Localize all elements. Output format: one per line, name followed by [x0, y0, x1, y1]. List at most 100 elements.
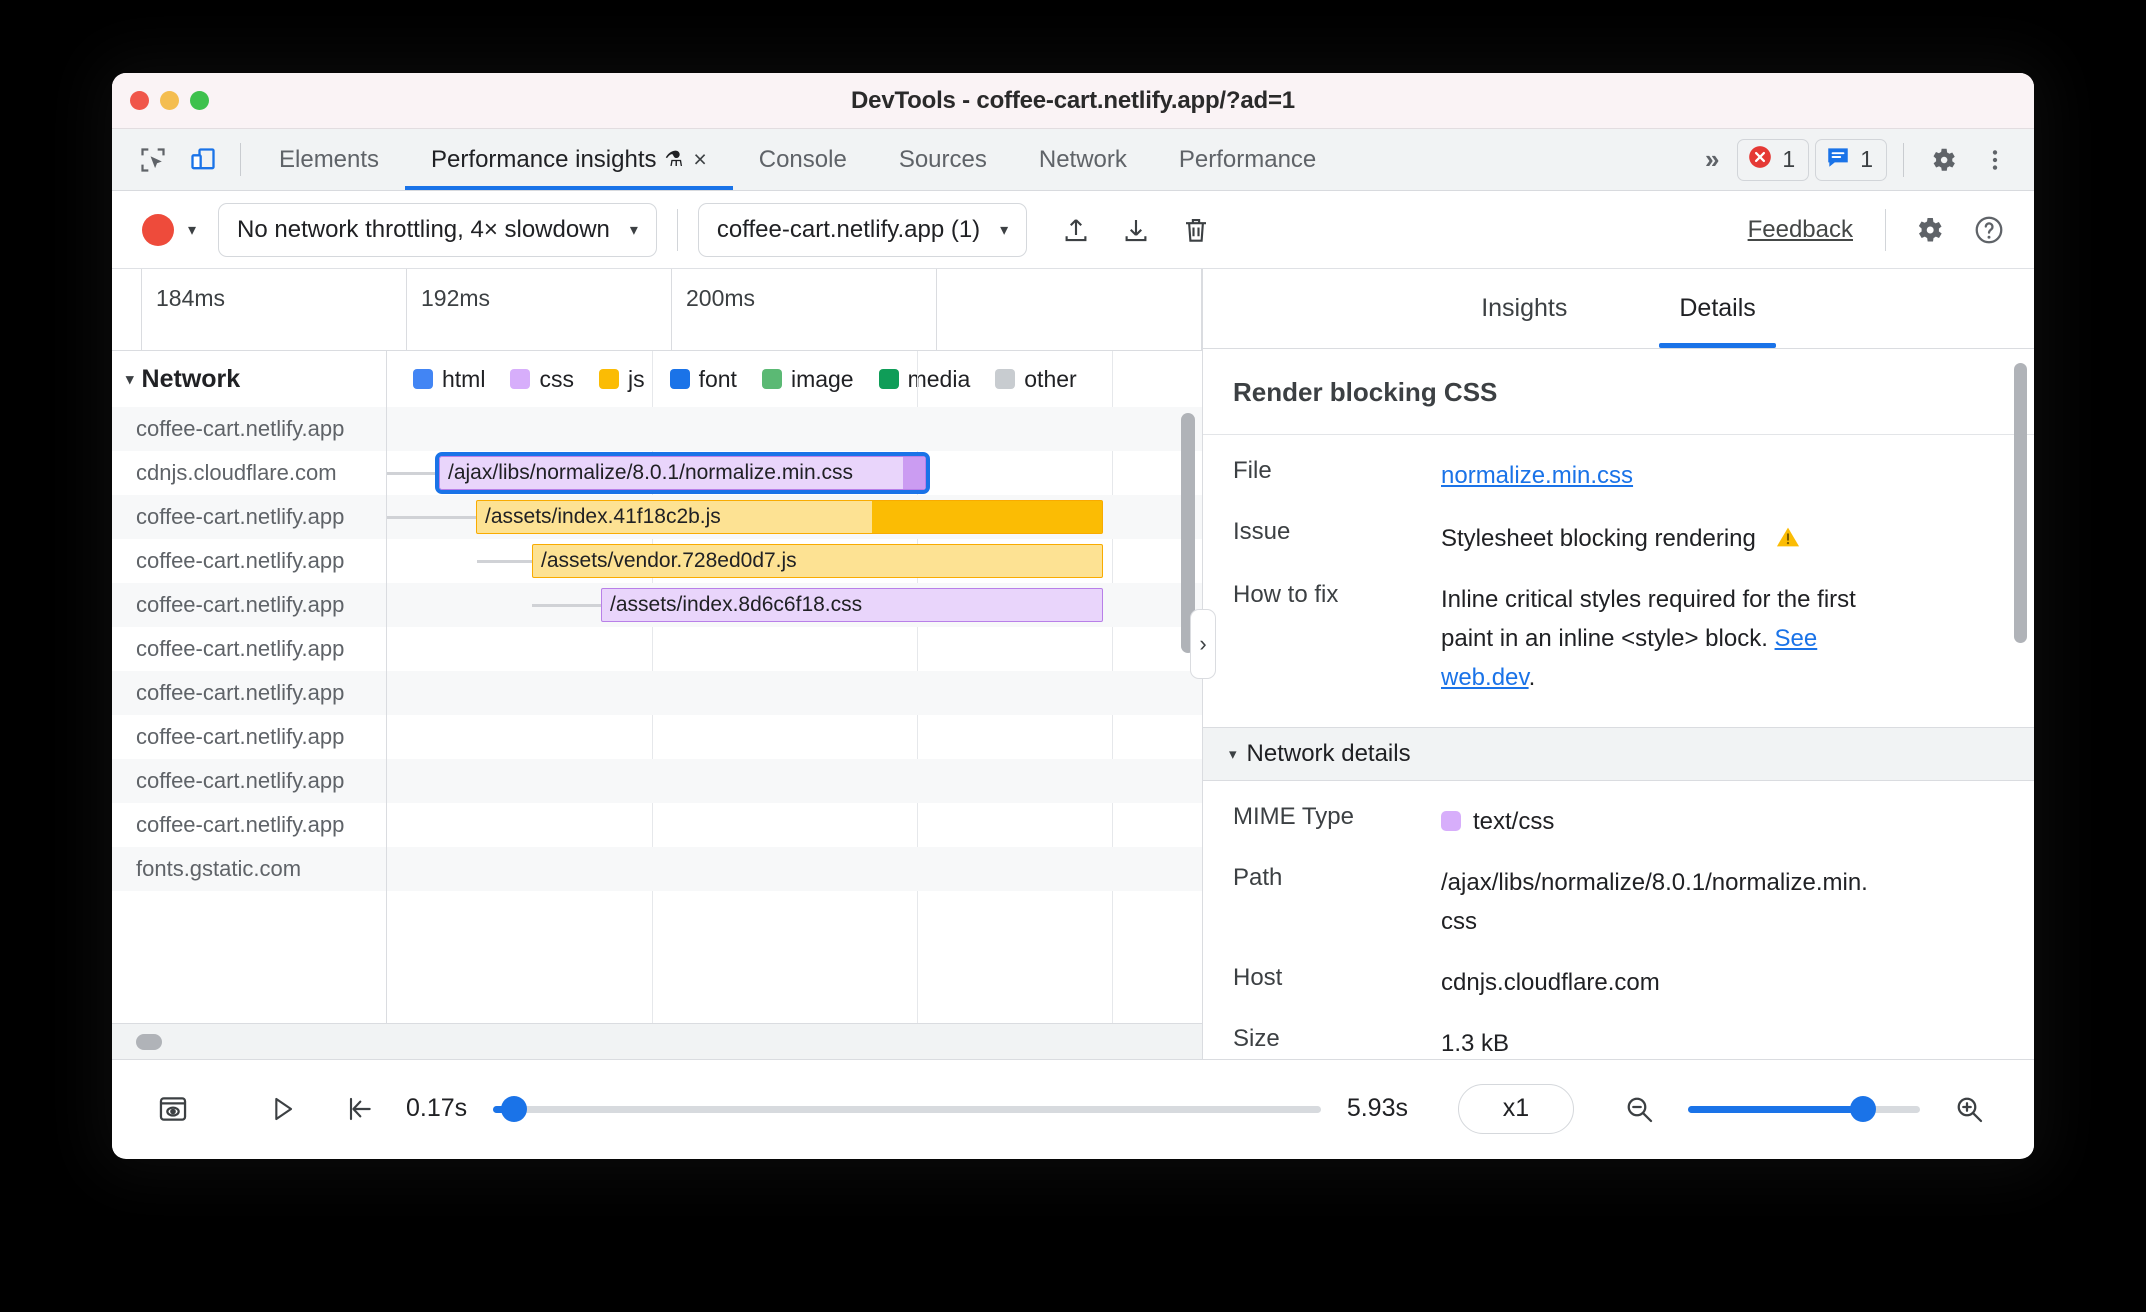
detail-value-host: cdnjs.cloudflare.com [1441, 969, 1660, 996]
page-select[interactable]: coffee-cart.netlify.app (1) ▾ [697, 202, 1028, 257]
table-row[interactable]: /assets/index.41f18c2b.js [387, 495, 1202, 539]
list-item[interactable]: coffee-cart.netlify.app [112, 671, 386, 715]
start-time-label: 0.17s [406, 1094, 468, 1122]
error-count-label: 1 [1782, 146, 1796, 172]
filmstrip-icon[interactable] [142, 1078, 204, 1140]
toolbar-divider-1 [676, 208, 678, 251]
table-row[interactable] [387, 759, 1202, 803]
tab-elements-label: Elements [279, 145, 380, 173]
legend-item-other: other [995, 366, 1077, 393]
feedback-link[interactable]: Feedback [1748, 216, 1853, 244]
request-bar[interactable]: /ajax/libs/normalize/8.0.1/normalize.min… [435, 452, 930, 494]
list-item[interactable]: fonts.gstatic.com [112, 847, 386, 891]
message-count-badge[interactable]: 1 [1815, 138, 1887, 181]
tab-details[interactable]: Details [1651, 269, 1783, 348]
minimize-window-button[interactable] [160, 91, 179, 110]
collapse-triangle-icon: ▾ [126, 371, 134, 388]
zoom-slider[interactable] [1688, 1095, 1920, 1122]
issue-text: Stylesheet blocking rendering [1441, 524, 1756, 552]
tab-network[interactable]: Network [1013, 129, 1153, 190]
tab-performance-insights[interactable]: Performance insights ⚗ × [405, 129, 733, 190]
table-row[interactable] [387, 803, 1202, 847]
tab-performance[interactable]: Performance [1153, 129, 1342, 190]
request-bar[interactable]: /assets/vendor.728ed0d7.js [532, 544, 1103, 578]
detail-field-host: Host cdnjs.cloudflare.com [1203, 964, 2034, 1003]
list-item[interactable]: coffee-cart.netlify.app [112, 495, 386, 539]
file-link[interactable]: normalize.min.css [1441, 462, 1633, 489]
more-options-icon[interactable] [1972, 137, 2018, 183]
network-details-section-header[interactable]: ▾ Network details [1203, 727, 2034, 782]
tabbar-right-divider [1903, 142, 1904, 177]
tabbar-right-controls: » 1 1 [1693, 129, 2034, 190]
legend-label-css: css [539, 365, 574, 392]
tab-network-label: Network [1038, 145, 1127, 173]
playback-speed-button[interactable]: x1 [1458, 1083, 1574, 1134]
list-item[interactable]: coffee-cart.netlify.app [112, 759, 386, 803]
detail-key-path: Path [1233, 864, 1283, 892]
table-row[interactable]: /assets/vendor.728ed0d7.js [387, 539, 1202, 583]
tab-insights-label: Insights [1481, 294, 1568, 322]
table-row[interactable]: /assets/index.8d6c6f18.css [387, 583, 1202, 627]
performance-control-toolbar: ▾ No network throttling, 4× slowdown ▾ c… [112, 191, 2034, 269]
mime-type-swatch [1441, 811, 1461, 832]
record-options-chevron-icon[interactable]: ▾ [188, 220, 196, 240]
table-row[interactable] [387, 715, 1202, 759]
list-item[interactable]: coffee-cart.netlify.app [112, 715, 386, 759]
inspect-element-icon[interactable] [128, 129, 178, 190]
request-bar[interactable]: /assets/index.8d6c6f18.css [601, 588, 1103, 622]
list-item[interactable]: cdnjs.cloudflare.com [112, 451, 386, 495]
error-count-badge[interactable]: 1 [1737, 138, 1810, 181]
legend-label-js: js [627, 365, 645, 392]
timeline-horizontal-scrollbar-thumb[interactable] [136, 1034, 162, 1050]
slider-track [493, 1105, 1321, 1113]
table-row[interactable] [387, 671, 1202, 715]
timeline-range-slider[interactable] [493, 1095, 1321, 1122]
maximize-window-button[interactable] [190, 91, 209, 110]
clear-recording-icon[interactable] [1173, 207, 1219, 253]
throttling-select[interactable]: No network throttling, 4× slowdown ▾ [218, 202, 657, 257]
legend-item-html: html [413, 366, 485, 393]
settings-gear-icon[interactable] [1920, 137, 1966, 183]
zoom-in-icon[interactable] [1938, 1078, 2000, 1140]
request-bar[interactable]: /assets/index.41f18c2b.js [476, 500, 1103, 534]
close-tab-icon[interactable]: × [693, 146, 706, 173]
list-item[interactable]: coffee-cart.netlify.app [112, 407, 386, 451]
record-button[interactable] [142, 213, 174, 246]
close-window-button[interactable] [130, 91, 149, 110]
tab-sources[interactable]: Sources [873, 129, 1013, 190]
sidebar-collapse-handle[interactable]: › [1190, 609, 1216, 679]
table-row[interactable]: /ajax/libs/normalize/8.0.1/normalize.min… [387, 451, 1202, 495]
request-bar-label: /ajax/libs/normalize/8.0.1/normalize.min… [448, 461, 853, 484]
legend-label-image: image [790, 365, 854, 392]
toolbar-divider-2 [1885, 208, 1886, 251]
list-item[interactable]: coffee-cart.netlify.app [112, 627, 386, 671]
table-row[interactable] [387, 407, 1202, 451]
download-profile-icon[interactable] [1113, 207, 1159, 253]
table-row[interactable] [387, 627, 1202, 671]
slider-thumb[interactable] [501, 1095, 528, 1122]
help-icon[interactable] [1966, 207, 2012, 253]
network-group-header[interactable]: ▾ Network [112, 351, 386, 407]
tab-console[interactable]: Console [733, 129, 873, 190]
capture-settings-gear-icon[interactable] [1906, 207, 1952, 253]
legend-swatch-js [598, 369, 619, 389]
timeline-horizontal-scrollbar[interactable] [112, 1023, 1202, 1059]
tab-details-label: Details [1679, 294, 1756, 322]
tab-elements[interactable]: Elements [253, 129, 405, 190]
details-vertical-scrollbar[interactable] [2014, 363, 2027, 643]
ruler-tick: 184ms [142, 269, 407, 350]
table-row[interactable] [387, 847, 1202, 891]
list-item[interactable]: coffee-cart.netlify.app [112, 803, 386, 847]
device-toolbar-icon[interactable] [178, 129, 228, 190]
upload-profile-icon[interactable] [1053, 207, 1099, 253]
list-item[interactable]: coffee-cart.netlify.app [112, 583, 386, 627]
zoom-out-icon[interactable] [1608, 1078, 1670, 1140]
play-icon[interactable] [252, 1078, 314, 1140]
tab-insights[interactable]: Insights [1453, 269, 1595, 348]
zoom-slider-thumb[interactable] [1850, 1095, 1876, 1122]
jump-to-start-icon[interactable] [328, 1078, 390, 1140]
more-tabs-chevron-icon[interactable]: » [1693, 144, 1731, 175]
legend-swatch-css [510, 369, 531, 389]
list-item[interactable]: coffee-cart.netlify.app [112, 539, 386, 583]
ruler-ticks: 184ms 192ms 200ms [142, 269, 1202, 350]
